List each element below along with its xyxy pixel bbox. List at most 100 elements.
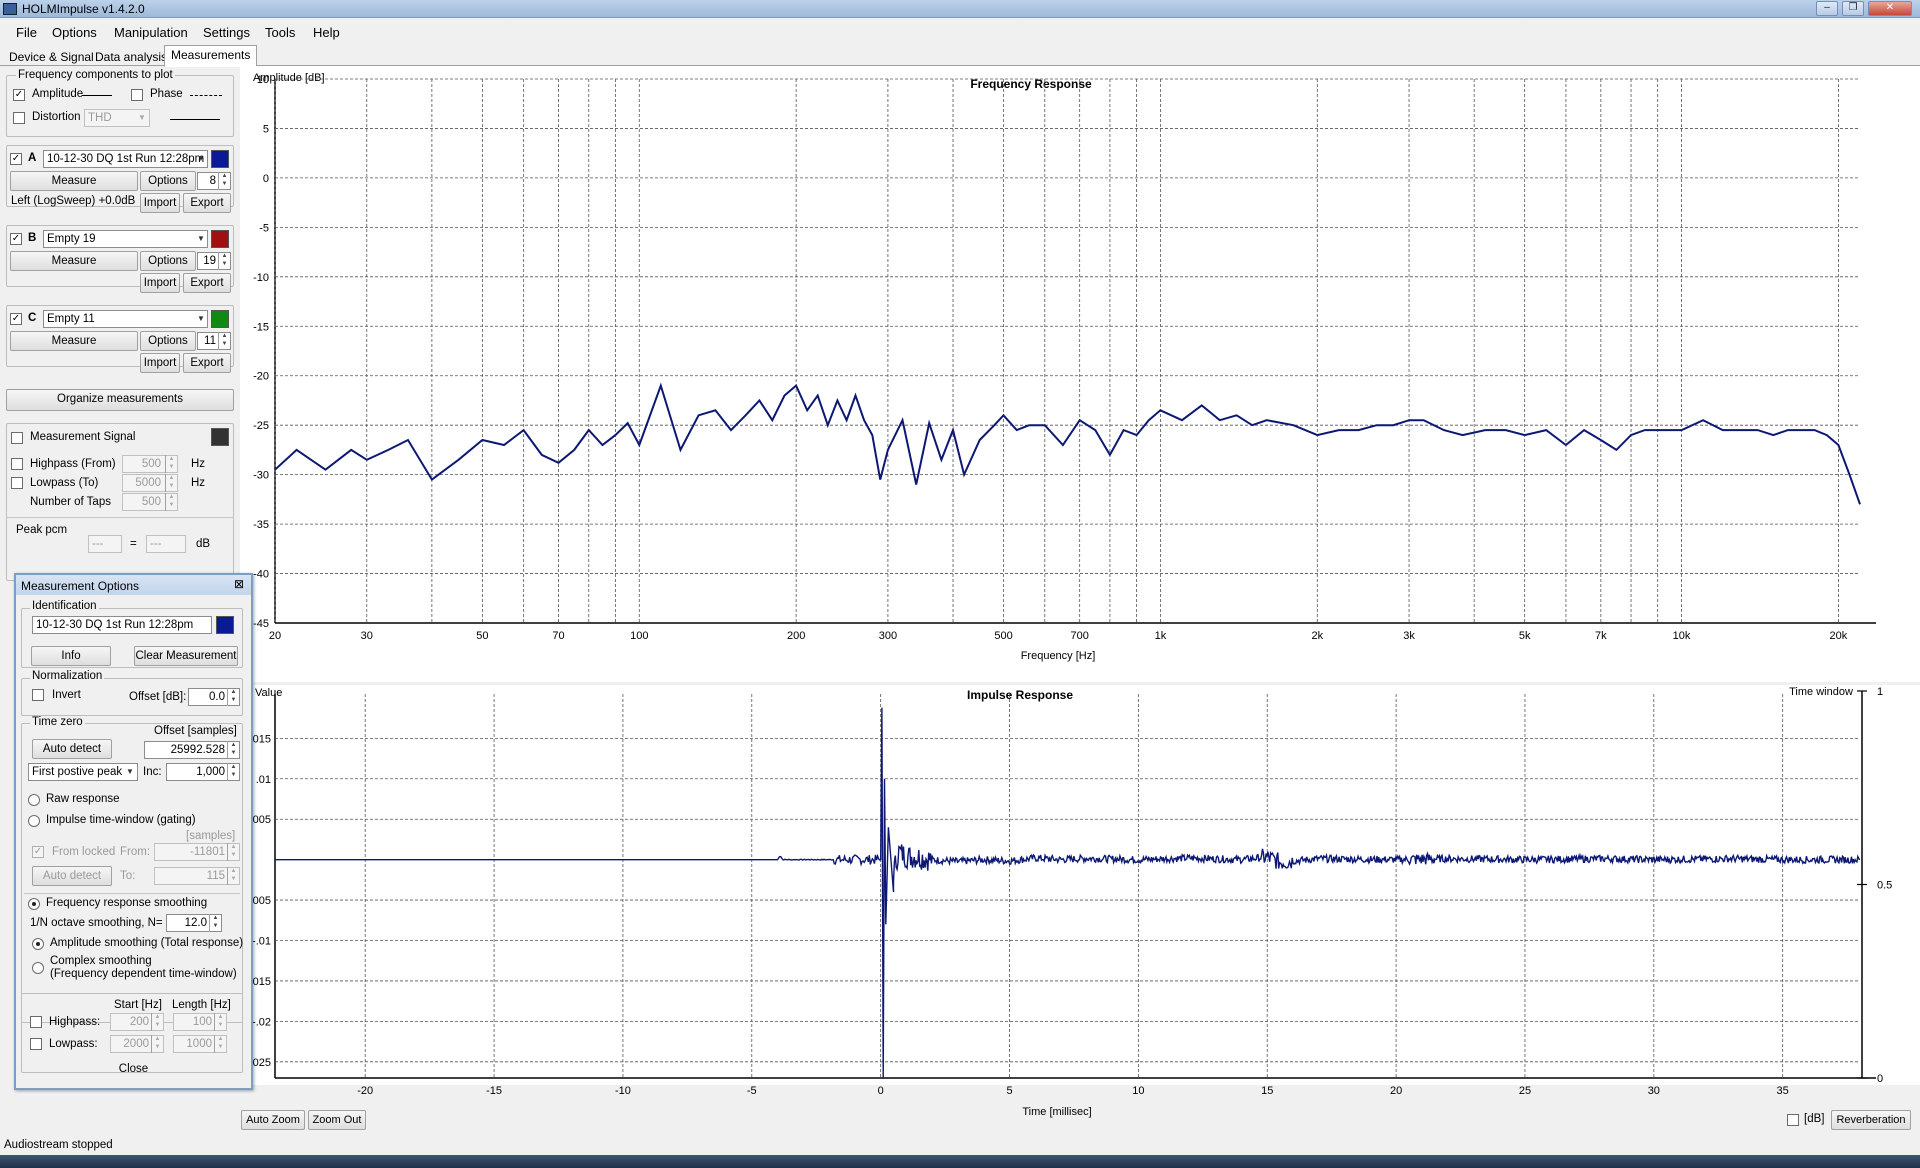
measurement-c-spinner[interactable]: ▲ ▼ [218,332,230,350]
inc-label: Inc: [143,766,162,778]
identification-color-swatch[interactable] [216,616,234,634]
lowpass-to-checkbox[interactable] [11,477,23,489]
offset-samples-input[interactable]: 25992.528 [144,741,240,759]
number-of-taps-label: Number of Taps [30,496,111,508]
phase-line-sample [190,95,222,96]
measurement-b-checkbox[interactable]: ✓ [10,233,22,245]
measurement-signal-color-swatch[interactable] [211,428,229,446]
measurement-a-spinner[interactable]: ▲ ▼ [218,172,230,190]
distortion-label: Distortion [32,111,81,123]
offset-db-spinner[interactable]: ▲ ▼ [227,688,239,706]
db-checkbox[interactable] [1787,1114,1799,1126]
zoom-out-button[interactable]: Zoom Out [308,1110,366,1130]
invert-checkbox[interactable] [32,689,44,701]
offset-samples-label: Offset [samples] [154,725,237,737]
thd-chevron-down-icon: ▼ [138,113,146,122]
amplitude-label: Amplitude [32,88,84,100]
highpass-checkbox[interactable] [30,1016,42,1028]
measurement-b-options-button[interactable]: Options [140,251,196,271]
measurement-b-export-button[interactable]: Export [183,273,231,293]
lowpass-to-spinner[interactable]: ▲ ▼ [165,474,177,492]
measurement-c-select[interactable]: Empty 11 [43,310,208,328]
impulse-window-radio[interactable] [28,815,40,827]
ir-x-tick-label: -15 [486,1085,502,1097]
info-button[interactable]: Info [31,646,111,666]
measurement-b-name: Empty 19 [47,233,96,245]
offset-samples-spinner[interactable]: ▲ ▼ [227,741,239,759]
lowpass-checkbox[interactable] [30,1038,42,1050]
clear-measurement-button[interactable]: Clear Measurement [134,646,238,666]
tab-measurements[interactable]: Measurements [164,45,258,67]
auto-detect-window-button[interactable]: Auto detect [32,866,112,886]
from-locked-checkbox[interactable]: ✓ [32,846,44,858]
measurement-a-select[interactable]: 10-12-30 DQ 1st Run 12:28pm [43,150,208,168]
measurement-a-checkbox[interactable]: ✓ [10,153,22,165]
reverberation-button[interactable]: Reverberation [1831,1110,1911,1130]
octave-smoothing-spinner[interactable]: ▲ ▼ [209,914,221,932]
maximize-button[interactable]: ❐ [1842,1,1864,16]
freq-smoothing-radio[interactable] [28,898,40,910]
lowpass-length-value: 1000 [186,1038,212,1050]
auto-detect-button[interactable]: Auto detect [32,739,112,759]
measurement-a-options-button[interactable]: Options [140,171,196,191]
lowpass-length-spinner[interactable]: ▲ ▼ [214,1035,226,1053]
impulse-response-chart[interactable]: Impulse Response Value Time window Time … [240,684,1920,1138]
measurement-b-color-swatch[interactable] [211,230,229,248]
amplitude-checkbox[interactable]: ✓ [13,89,25,101]
measurement-c-measure-button[interactable]: Measure [10,331,138,351]
peak-pcm-label: Peak pcm [16,524,68,536]
measurement-a-measure-button[interactable]: Measure [10,171,138,191]
measurement-c-export-button[interactable]: Export [183,353,231,373]
menu-settings[interactable]: Settings [203,25,250,40]
measurement-a-import-button[interactable]: Import [140,193,180,213]
measurement-a-export-button[interactable]: Export [183,193,231,213]
measurement-b-spinner[interactable]: ▲ ▼ [218,252,230,270]
measurement-c-color-swatch[interactable] [211,310,229,328]
measurement-signal-checkbox[interactable] [11,432,23,444]
frequency-response-chart[interactable]: Frequency Response Amplitude [dB] Freque… [240,66,1920,682]
identification-name-value: 10-12-30 DQ 1st Run 12:28pm [36,619,194,631]
menu-help[interactable]: Help [313,25,340,40]
measurement-b-import-button[interactable]: Import [140,273,180,293]
highpass-from-label: Highpass (From) [30,458,116,470]
first-peak-select[interactable]: First postive peak [28,763,138,781]
inc-spinner[interactable]: ▲ ▼ [227,763,239,781]
phase-checkbox[interactable] [131,89,143,101]
minimize-button[interactable]: – [1816,1,1838,16]
distortion-checkbox[interactable] [13,112,25,124]
menu-manipulation[interactable]: Manipulation [114,25,188,40]
measurement-b-measure-button[interactable]: Measure [10,251,138,271]
close-button[interactable]: Close [21,1060,246,1080]
measurement-c-checkbox[interactable]: ✓ [10,313,22,325]
measurement-c-options-button[interactable]: Options [140,331,196,351]
lowpass-start-spinner[interactable]: ▲ ▼ [151,1035,163,1053]
organize-measurements-button[interactable]: Organize measurements [6,389,234,411]
from-spinner[interactable]: ▲ ▼ [227,843,239,861]
auto-zoom-button[interactable]: Auto Zoom [241,1110,305,1130]
menu-tools[interactable]: Tools [265,25,295,40]
dialog-close-icon[interactable]: ⊠ [234,577,244,591]
identification-name-input[interactable]: 10-12-30 DQ 1st Run 12:28pm [32,616,212,634]
complex-smoothing-sublabel: (Frequency dependent time-window) [50,968,237,980]
to-spinner[interactable]: ▲ ▼ [227,867,239,885]
amplitude-smoothing-radio[interactable] [32,938,44,950]
complex-smoothing-radio[interactable] [32,962,44,974]
ir-x-tick-label: 20 [1390,1085,1402,1097]
close-window-button[interactable]: ✕ [1868,1,1912,16]
tab-data-analysis[interactable]: Data analysis [88,47,174,66]
to-label: To: [120,870,136,882]
highpass-from-spinner[interactable]: ▲ ▼ [165,455,177,473]
menu-options[interactable]: Options [52,25,97,40]
highpass-length-spinner[interactable]: ▲ ▼ [214,1013,226,1031]
measurement-b-select[interactable]: Empty 19 [43,230,208,248]
highpass-start-spinner[interactable]: ▲ ▼ [151,1013,163,1031]
highpass-from-checkbox[interactable] [11,458,23,470]
fr-x-tick-label: 1k [1155,630,1167,642]
measurement-c-import-button[interactable]: Import [140,353,180,373]
tab-device-signal[interactable]: Device & Signal [2,47,101,66]
menu-file[interactable]: File [16,25,37,40]
measurement-a-color-swatch[interactable] [211,150,229,168]
number-of-taps-spinner[interactable]: ▲ ▼ [165,493,177,511]
raw-response-radio[interactable] [28,794,40,806]
dialog-title: Measurement Options [21,579,140,593]
